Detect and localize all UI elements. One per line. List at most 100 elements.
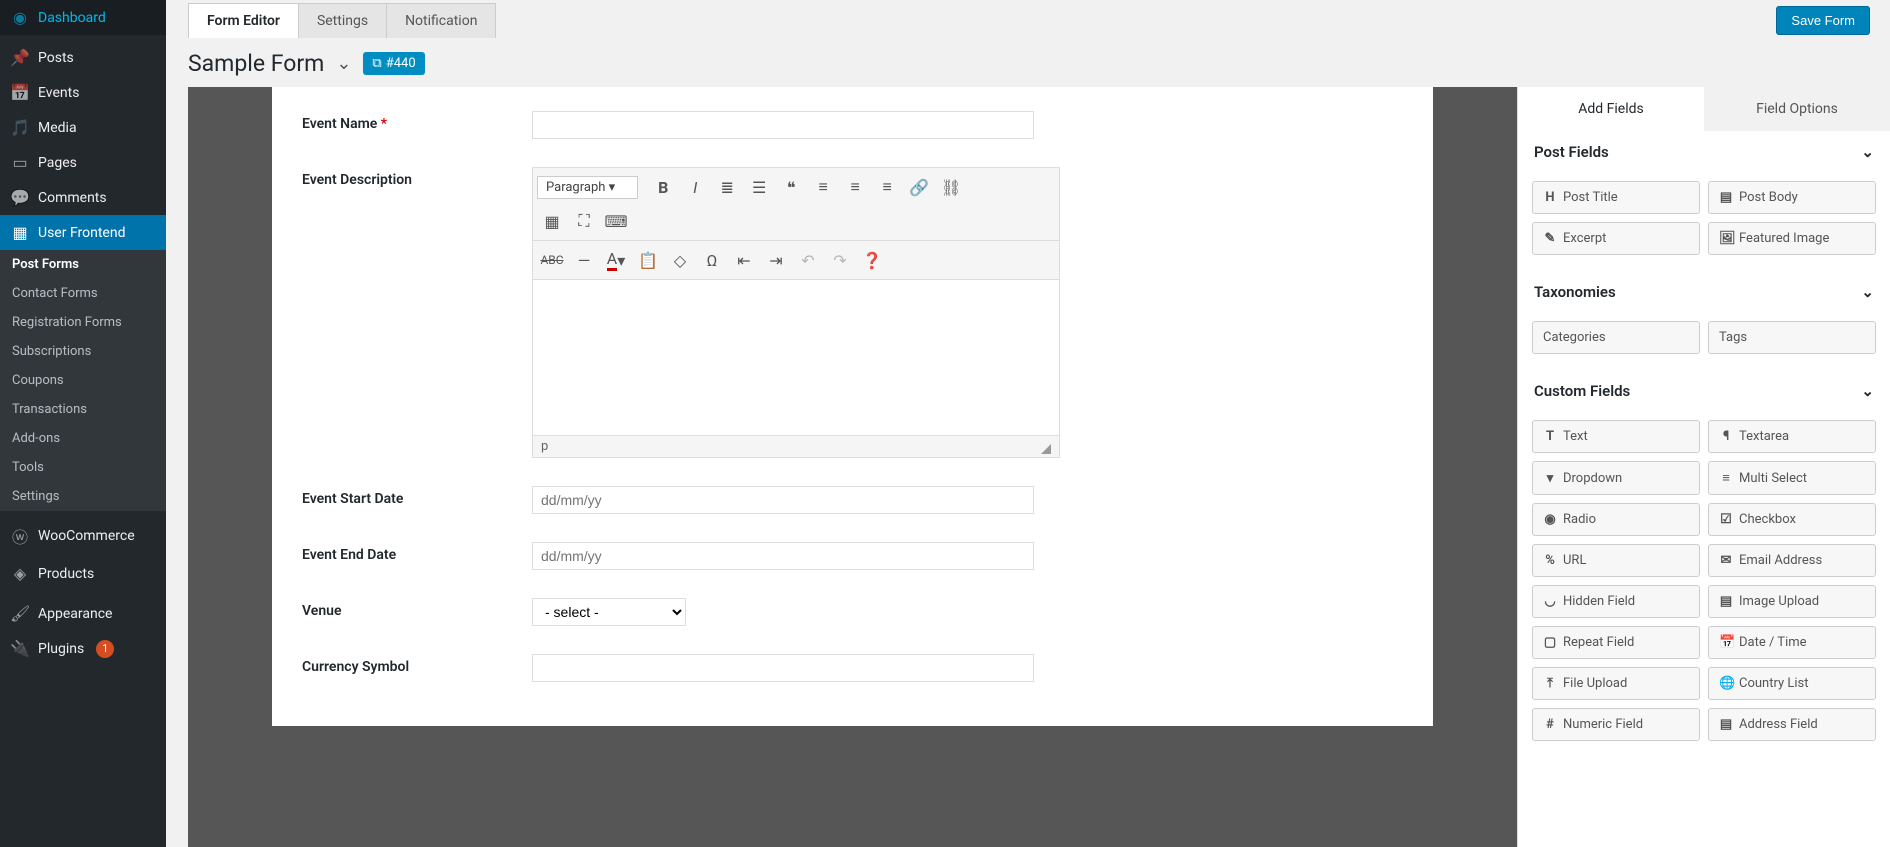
save-form-button[interactable]: Save Form [1776,6,1870,35]
unlink-icon[interactable]: ⛓ [936,172,966,202]
form-canvas-scroll[interactable]: Event Name * Event Description Paragraph… [188,87,1517,847]
submenu-addons[interactable]: Add-ons [0,424,166,453]
calendar-icon: 📅 [1719,635,1733,650]
input-end-date[interactable] [532,542,1034,570]
label-event-name: Event Name * [302,111,532,132]
rich-text-editor: Paragraph ▾ B I ≣ ☰ ❝ ≡ ≡ ≡ 🔗 [532,167,1060,458]
globe-icon: 🌐 [1719,676,1733,691]
sidebar-item-pages[interactable]: ▭Pages [0,145,166,180]
bullet-list-icon[interactable]: ≣ [712,172,742,202]
chevron-down-icon[interactable]: ⌄ [336,53,351,74]
sidebar-item-products[interactable]: ◈Products [0,556,166,591]
field-tags[interactable]: Tags [1708,321,1876,354]
field-post-title[interactable]: HPost Title [1532,181,1700,214]
field-file-upload[interactable]: ⤒File Upload [1532,667,1700,700]
tab-form-editor[interactable]: Form Editor [188,3,299,38]
field-date-time[interactable]: 📅Date / Time [1708,626,1876,659]
sidebar-item-dashboard[interactable]: ◉Dashboard [0,0,166,35]
field-featured-image[interactable]: 🖼Featured Image [1708,222,1876,255]
sidebar-submenu: Post Forms Contact Forms Registration Fo… [0,250,166,511]
field-multiselect[interactable]: ≡Multi Select [1708,461,1876,495]
field-country[interactable]: 🌐Country List [1708,667,1876,700]
field-radio[interactable]: ◉Radio [1532,503,1700,536]
field-textarea[interactable]: ¶Textarea [1708,420,1876,453]
tab-notification[interactable]: Notification [387,3,496,38]
sidebar-item-user-frontend[interactable]: ▦User Frontend [0,215,166,250]
sidebar-item-posts[interactable]: 📌Posts [0,40,166,75]
blockquote-icon[interactable]: ❝ [776,172,806,202]
field-post-body[interactable]: ▤Post Body [1708,181,1876,214]
outdent-icon[interactable]: ⇤ [729,245,759,275]
tab-field-options[interactable]: Field Options [1704,87,1890,131]
align-right-icon[interactable]: ≡ [872,172,902,202]
address-icon: ▤ [1719,717,1733,732]
section-custom-fields[interactable]: Custom Fields⌄ [1518,370,1890,412]
help-icon[interactable]: ❓ [857,245,887,275]
input-currency[interactable] [532,654,1034,682]
paste-text-icon[interactable]: 📋 [633,245,663,275]
field-url[interactable]: %URL [1532,544,1700,577]
section-post-fields[interactable]: Post Fields⌄ [1518,131,1890,173]
indent-icon[interactable]: ⇥ [761,245,791,275]
field-categories[interactable]: Categories [1532,321,1700,354]
chevron-down-icon: ⌄ [1861,143,1874,161]
submenu-transactions[interactable]: Transactions [0,395,166,424]
field-text[interactable]: TText [1532,420,1700,453]
resize-handle-icon[interactable] [1041,444,1051,454]
clear-formatting-icon[interactable]: ◇ [665,245,695,275]
input-event-name[interactable] [532,111,1034,139]
numbered-list-icon[interactable]: ☰ [744,172,774,202]
hr-icon[interactable]: — [569,245,599,275]
special-char-icon[interactable]: Ω [697,245,727,275]
submenu-subscriptions[interactable]: Subscriptions [0,337,166,366]
hash-icon: # [1543,717,1557,732]
keyboard-icon[interactable]: ⌨ [601,206,631,236]
field-repeat[interactable]: ▢Repeat Field [1532,626,1700,659]
text-color-icon[interactable]: A▾ [601,245,631,275]
sidebar-item-woocommerce[interactable]: ⓦWooCommerce [0,516,166,556]
field-excerpt[interactable]: ✎Excerpt [1532,222,1700,255]
upload-icon: ⤒ [1543,676,1557,691]
input-start-date[interactable] [532,486,1034,514]
submenu-registration-forms[interactable]: Registration Forms [0,308,166,337]
align-center-icon[interactable]: ≡ [840,172,870,202]
sidebar-label: Events [38,85,79,101]
rte-format-select[interactable]: Paragraph ▾ [537,176,638,199]
bold-icon[interactable]: B [648,172,678,202]
submenu-post-forms[interactable]: Post Forms [0,250,166,279]
align-left-icon[interactable]: ≡ [808,172,838,202]
italic-icon[interactable]: I [680,172,710,202]
undo-icon[interactable]: ↶ [793,245,823,275]
sidebar-item-comments[interactable]: 💬Comments [0,180,166,215]
rte-statusbar: p [533,435,1059,457]
redo-icon[interactable]: ↷ [825,245,855,275]
field-checkbox[interactable]: ☑Checkbox [1708,503,1876,536]
submenu-tools[interactable]: Tools [0,453,166,482]
select-venue[interactable]: - select - [532,598,686,626]
field-hidden[interactable]: ◡Hidden Field [1532,585,1700,618]
link-icon[interactable]: 🔗 [904,172,934,202]
sidebar-item-media[interactable]: 🎵Media [0,110,166,145]
sidebar-item-appearance[interactable]: 🖌Appearance [0,596,166,631]
caret-down-icon: ▾ [1543,471,1557,486]
strikethrough-icon[interactable]: ABC [537,245,567,275]
fullscreen-icon[interactable]: ⛶ [569,206,599,236]
field-numeric[interactable]: #Numeric Field [1532,708,1700,741]
tab-add-fields[interactable]: Add Fields [1518,87,1704,131]
submenu-contact-forms[interactable]: Contact Forms [0,279,166,308]
submenu-coupons[interactable]: Coupons [0,366,166,395]
field-image-upload[interactable]: ▤Image Upload [1708,585,1876,618]
sidebar-item-events[interactable]: 📅Events [0,75,166,110]
field-dropdown[interactable]: ▾Dropdown [1532,461,1700,495]
tab-settings[interactable]: Settings [299,3,387,38]
field-address[interactable]: ▤Address Field [1708,708,1876,741]
section-taxonomies[interactable]: Taxonomies⌄ [1518,271,1890,313]
form-id-badge[interactable]: ⧉#440 [363,52,424,75]
sidebar-item-plugins[interactable]: 🔌Plugins1 [0,631,166,666]
plugins-update-badge: 1 [96,640,114,658]
toolbar-toggle-icon[interactable]: ▦ [537,206,567,236]
submenu-settings[interactable]: Settings [0,482,166,511]
required-asterisk: * [381,116,387,132]
rte-content-area[interactable] [533,280,1059,435]
field-email[interactable]: ✉Email Address [1708,544,1876,577]
